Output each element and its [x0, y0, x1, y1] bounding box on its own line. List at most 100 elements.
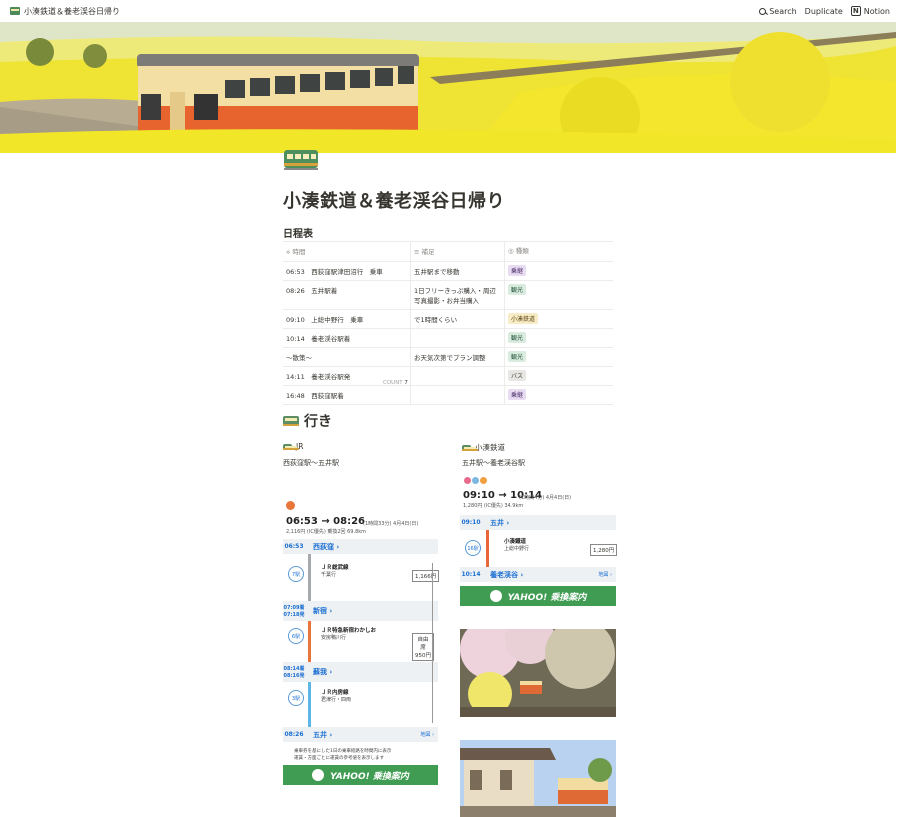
- line-note: 君津行・四両: [321, 697, 352, 703]
- cell-note: お天気次第でプラン調整: [411, 348, 505, 366]
- kominato-heading: 小湊鉄道: [462, 442, 505, 453]
- cell-time: 16:48 西荻窪駅着: [283, 386, 411, 404]
- train-icon: [10, 7, 20, 15]
- route-line-segment: [308, 548, 311, 605]
- notion-logo-icon: N: [850, 6, 861, 16]
- table-row[interactable]: 〜散策〜 お天気次第でプラン調整 観光: [283, 348, 613, 367]
- search-icon: [759, 7, 767, 15]
- ride-count: 3駅: [288, 690, 304, 706]
- cell-time: 06:53 西荻窪駅津田沼行 乗車: [283, 262, 411, 280]
- cell-note: [411, 367, 505, 385]
- line-name: ＪＲ特急新宿わかしお: [321, 628, 377, 634]
- column-header-time[interactable]: ⟡ 時間: [283, 242, 411, 261]
- kominato-route: 五井駅〜養老渓谷駅: [462, 459, 525, 467]
- footnote: 運賃・方面ごとに運賃の参考値を表示します: [294, 756, 384, 761]
- line-name: 小湊鐵道: [504, 539, 527, 545]
- fare-bracket: [432, 563, 433, 723]
- yahoo-banner[interactable]: YAHOO! 乗換案内: [460, 586, 616, 606]
- yahoo-logo-icon: [489, 590, 502, 602]
- breadcrumb-title: 小湊鉄道＆養老渓谷日帰り: [24, 6, 120, 16]
- cell-type: 小湊鉄道: [505, 310, 613, 328]
- table-row[interactable]: 09:10 上総中野行 乗車 で1時間くらい 小湊鉄道: [283, 310, 613, 329]
- column-header-type[interactable]: ◎ 種類: [505, 242, 613, 261]
- cell-type: 観光: [505, 329, 613, 347]
- line-name: ＪＲ総武線: [321, 565, 349, 571]
- cell-type: 観光: [505, 281, 613, 309]
- jr-route: 西荻窪駅〜五井駅: [283, 459, 339, 467]
- search-label: Search: [769, 6, 797, 16]
- schedule-table: ⟡ 時間 ≡ 補足 ◎ 種類 06:53 西荻窪駅津田沼行 乗車 五井駅まで移動乗…: [283, 241, 613, 405]
- cover-image: [0, 22, 896, 153]
- type-tag: 観光: [508, 284, 527, 295]
- cell-type: 乗継: [505, 262, 613, 280]
- cell-note: 五井駅まで移動: [411, 262, 505, 280]
- cell-time: 08:26 五井駅着: [283, 281, 411, 309]
- cell-time: 〜散策〜: [283, 348, 411, 366]
- kominato-fare-line: 1,280円 (IC優先) 34.9km: [463, 503, 524, 509]
- train-icon: [283, 416, 299, 426]
- map-link[interactable]: 地図 ›: [598, 571, 612, 578]
- notion-button[interactable]: N Notion: [850, 6, 890, 16]
- line-name: ＪＲ内房線: [321, 690, 349, 696]
- ride-count: 7駅: [288, 566, 304, 582]
- train-icon: [462, 444, 478, 451]
- type-tag: 小湊鉄道: [508, 313, 539, 324]
- cell-note: [411, 329, 505, 347]
- breadcrumb[interactable]: 小湊鉄道＆養老渓谷日帰り: [10, 6, 120, 17]
- jr-heading: JR: [283, 442, 303, 451]
- fare-box: 1,166円: [412, 570, 440, 582]
- yahoo-logo-icon: [312, 769, 325, 781]
- search-button[interactable]: Search: [759, 6, 797, 16]
- fare-box: 自由席 950円: [412, 633, 434, 661]
- topbar: 小湊鉄道＆養老渓谷日帰り Search Duplicate N Notion: [0, 0, 900, 22]
- stop-row[interactable]: 10:14 養老渓谷 › 地図 ›: [460, 567, 616, 582]
- ride-count: 6駅: [288, 628, 304, 644]
- yahoo-banner[interactable]: YAHOO! 乗換案内: [283, 765, 438, 785]
- stop-row[interactable]: 07:09着 07:18発 新宿 ›: [283, 601, 438, 621]
- map-link[interactable]: 地図 ›: [420, 731, 434, 738]
- jr-time-note: (1時間33分) 4月4日(日): [363, 521, 419, 527]
- type-tag: 観光: [508, 351, 527, 362]
- type-tag: 観光: [508, 332, 527, 343]
- jr-fare-line: 2,116円 (IC優先) 乗換2回 69.8km: [286, 529, 367, 535]
- cell-time: 09:10 上総中野行 乗車: [283, 310, 411, 328]
- stop-row[interactable]: 09:10 五井 ›: [460, 515, 616, 530]
- duplicate-label: Duplicate: [804, 6, 843, 16]
- table-header-row: ⟡ 時間 ≡ 補足 ◎ 種類: [283, 241, 613, 262]
- cell-type: 乗継: [505, 386, 613, 404]
- jr-time: 06:53 → 08:26: [286, 516, 366, 527]
- cell-type: バス: [505, 367, 613, 385]
- kominato-time-note: (1時間4分) 4月4日(日): [519, 495, 572, 501]
- page-title: 小湊鉄道＆養老渓谷日帰り: [283, 191, 505, 212]
- table-row[interactable]: 10:14 養老渓谷駅着 観光: [283, 329, 613, 348]
- stop-row[interactable]: 08:14着 08:16発 蘇我 ›: [283, 662, 438, 682]
- table-row[interactable]: 16:48 西荻窪駅着 乗継: [283, 386, 613, 405]
- train-icon: [283, 443, 299, 450]
- photo-station-train: [460, 740, 616, 817]
- cell-type: 観光: [505, 348, 613, 366]
- type-tag: バス: [508, 370, 527, 381]
- duplicate-button[interactable]: Duplicate: [805, 7, 843, 16]
- table-count: COUNT 7: [383, 380, 408, 386]
- line-note: 千葉行: [321, 572, 337, 578]
- table-row[interactable]: 06:53 西荻窪駅津田沼行 乗車 五井駅まで移動 乗継: [283, 262, 613, 281]
- cell-note: [411, 386, 505, 404]
- schedule-heading: 日程表: [283, 229, 313, 240]
- stop-row[interactable]: 06:53 西荻窪 ›: [283, 539, 438, 554]
- section-heading-go: 行き: [283, 411, 332, 431]
- footnote: 乗車券を基にした1日の乗車経路を時間内に表示: [294, 749, 392, 754]
- table-row[interactable]: 14:11 養老渓谷駅発 バス: [283, 367, 613, 386]
- train-icon: [284, 150, 318, 170]
- cell-note: で1時間くらい: [411, 310, 505, 328]
- column-header-note[interactable]: ≡ 補足: [411, 242, 505, 261]
- kominato-logo-icon: [464, 477, 487, 484]
- route-line-segment: [486, 527, 489, 569]
- fare-box: 1,280円: [590, 544, 618, 556]
- ride-count: 16駅: [465, 540, 481, 556]
- line-note: 上総中野行: [504, 546, 530, 552]
- line-note: 安房鴨川行: [321, 635, 347, 641]
- type-tag: 乗継: [508, 265, 527, 276]
- stop-row[interactable]: 08:26 五井 › 地図 ›: [283, 727, 438, 742]
- table-row[interactable]: 08:26 五井駅着 1日フリーきっぷ購入・周辺写真撮影・お弁当購入 観光: [283, 281, 613, 310]
- cell-time: 10:14 養老渓谷駅着: [283, 329, 411, 347]
